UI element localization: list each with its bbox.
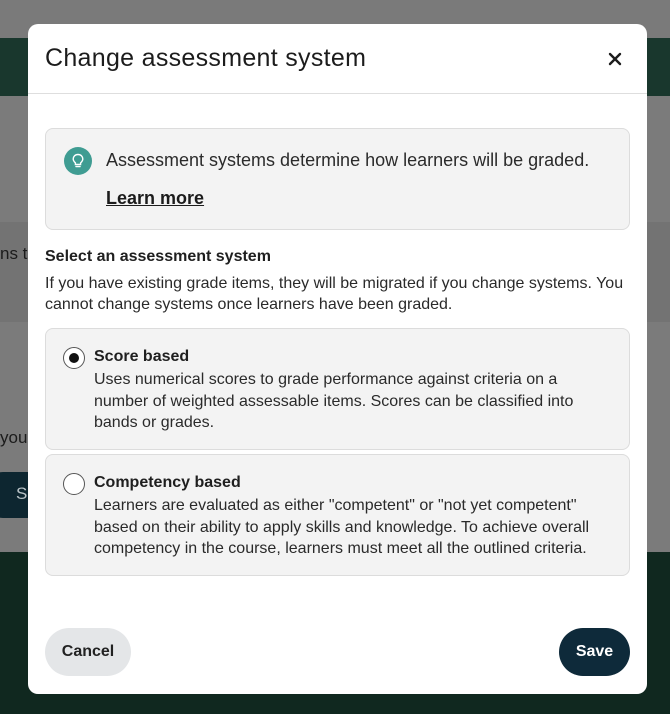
info-callout: Assessment systems determine how learner… xyxy=(45,128,630,230)
option-score-based[interactable]: Score based Uses numerical scores to gra… xyxy=(45,328,630,450)
save-button[interactable]: Save xyxy=(559,628,630,676)
radio-competency-based[interactable] xyxy=(63,473,85,495)
info-text: Assessment systems determine how learner… xyxy=(106,150,590,170)
radio-score-based[interactable] xyxy=(63,347,85,369)
background-text: ns t xyxy=(0,244,28,263)
option-title: Competency based xyxy=(94,474,241,491)
option-competency-based[interactable]: Competency based Learners are evaluated … xyxy=(45,454,630,576)
lightbulb-icon xyxy=(64,147,92,175)
option-description: Uses numerical scores to grade performan… xyxy=(94,371,574,431)
close-icon xyxy=(608,52,622,65)
section-description: If you have existing grade items, they w… xyxy=(45,275,624,313)
close-button[interactable] xyxy=(601,45,629,73)
learn-more-link[interactable]: Learn more xyxy=(106,188,204,209)
dialog-header: Change assessment system xyxy=(28,24,647,94)
option-description: Learners are evaluated as either "compet… xyxy=(94,497,590,557)
radio-selected-dot xyxy=(69,353,79,363)
background-text: you xyxy=(0,428,28,447)
dialog-title: Change assessment system xyxy=(45,44,367,72)
option-title: Score based xyxy=(94,348,190,365)
change-assessment-dialog: Change assessment system Assessment syst… xyxy=(28,24,647,694)
section-label: Select an assessment system xyxy=(45,248,271,265)
cancel-button[interactable]: Cancel xyxy=(45,628,131,676)
